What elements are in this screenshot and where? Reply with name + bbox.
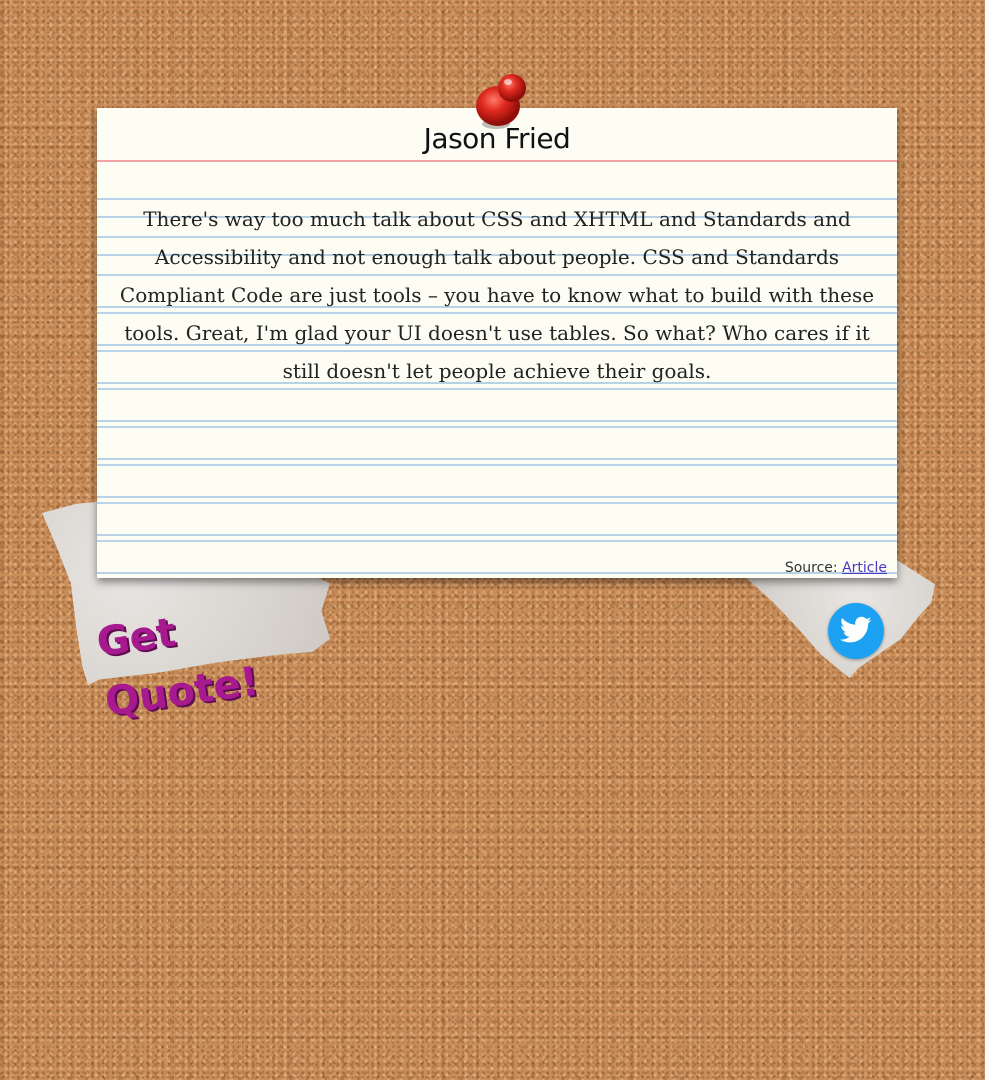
corkboard: { "quote": { "author": "Jason Fried", "t… [0,0,985,1080]
source-link[interactable]: Article [842,560,887,576]
twitter-bird-icon [840,616,872,643]
red-margin-rule [97,160,897,162]
push-pin-icon [476,74,526,129]
quote-card: Jason Fried There's way too much talk ab… [97,108,897,578]
quote-source: Source: Article [785,560,887,576]
twitter-share-button[interactable] [828,603,884,659]
source-label: Source: [784,560,838,576]
quote-text: There's way too much talk about CSS and … [119,207,875,383]
